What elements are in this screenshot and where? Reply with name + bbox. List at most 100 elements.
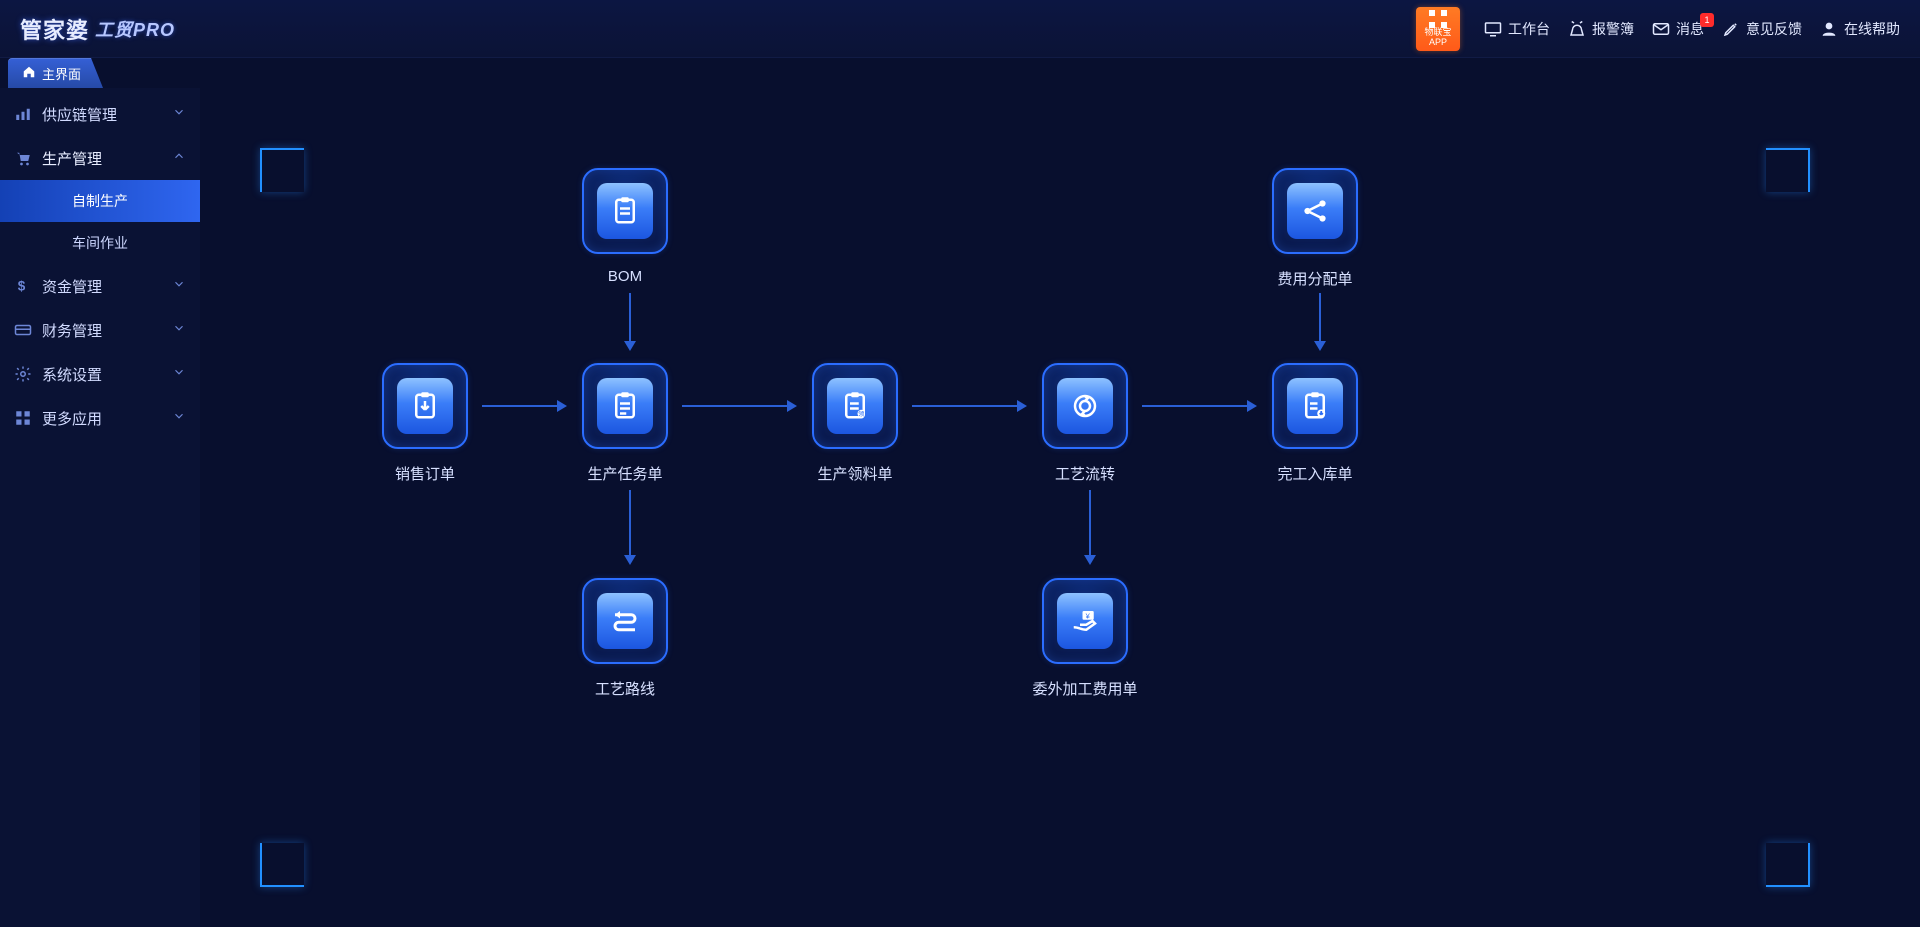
sidebar-group-moreapps-label: 更多应用: [42, 408, 102, 429]
node-bom[interactable]: BOM: [570, 168, 680, 285]
node-material-req[interactable]: 领 生产领料单: [800, 363, 910, 484]
gear-cycle-icon: [1057, 378, 1113, 434]
gear-icon: [14, 365, 32, 383]
qr-icon: [1429, 10, 1447, 28]
edit-icon: [1722, 20, 1740, 38]
chart-up-icon: [14, 105, 32, 123]
home-icon: [22, 65, 36, 82]
cart-icon: [14, 149, 32, 167]
node-sales-order-label: 销售订单: [395, 463, 455, 484]
tab-main-label: 主界面: [42, 64, 81, 83]
hand-money-icon: ¥: [1057, 593, 1113, 649]
arrow-right-icon: [1142, 400, 1257, 412]
header-workbench-label: 工作台: [1508, 19, 1550, 39]
sidebar: 供应链管理 生产管理 自制生产 车间作业 $: [0, 88, 200, 927]
node-outsource-fee[interactable]: ¥ 委外加工费用单: [1030, 578, 1140, 699]
frame-corner: [1766, 148, 1810, 192]
frame-corner: [260, 148, 304, 192]
sidebar-production-children: 自制生产 车间作业: [0, 180, 200, 264]
card-icon: [14, 321, 32, 339]
arrow-down-icon: [1314, 293, 1326, 351]
header-alarmbook[interactable]: 报警簿: [1568, 19, 1634, 39]
node-process-route-label: 工艺路线: [595, 678, 655, 699]
messages-badge: 1: [1700, 13, 1714, 27]
header-feedback-label: 意见反馈: [1746, 19, 1802, 39]
sidebar-group-supply-label: 供应链管理: [42, 104, 117, 125]
header-alarmbook-label: 报警簿: [1592, 19, 1634, 39]
node-prod-task-label: 生产任务单: [587, 463, 662, 484]
chevron-down-icon: [172, 321, 186, 339]
clipboard-list-icon: [597, 378, 653, 434]
clipboard-in-icon: [1287, 378, 1343, 434]
mail-icon: [1652, 20, 1670, 38]
app-badge-line2: APP: [1429, 38, 1447, 48]
user-icon: [1820, 20, 1838, 38]
sidebar-group-fund[interactable]: $ 资金管理: [0, 264, 200, 308]
canvas-frame: BOM 费用分配单 销售订单: [260, 148, 1810, 887]
sidebar-item-workshop-label: 车间作业: [72, 233, 128, 253]
sidebar-group-system-label: 系统设置: [42, 364, 102, 385]
header-feedback[interactable]: 意见反馈: [1722, 19, 1802, 39]
dollar-icon: $: [14, 277, 32, 295]
route-icon: [597, 593, 653, 649]
arrow-down-icon: [624, 293, 636, 351]
sidebar-group-finance-label: 财务管理: [42, 320, 102, 341]
header-actions: 物联宝 APP 工作台 报警簿 消息 1 意见反馈: [1416, 7, 1900, 51]
sidebar-item-selfmade[interactable]: 自制生产: [0, 180, 200, 222]
arrow-right-icon: [482, 400, 567, 412]
sidebar-group-production-label: 生产管理: [42, 148, 102, 169]
node-process-route[interactable]: 工艺路线: [570, 578, 680, 699]
arrow-down-icon: [624, 490, 636, 565]
chevron-down-icon: [172, 409, 186, 427]
brand-product: 工贸PRO: [95, 16, 175, 42]
grid-icon: [14, 409, 32, 427]
header-help-label: 在线帮助: [1844, 19, 1900, 39]
arrow-right-icon: [912, 400, 1027, 412]
clipboard-pick-icon: 领: [827, 378, 883, 434]
header-messages[interactable]: 消息 1: [1652, 19, 1704, 39]
alarm-icon: [1568, 20, 1586, 38]
iot-app-badge[interactable]: 物联宝 APP: [1416, 7, 1460, 51]
node-prod-task[interactable]: 生产任务单: [570, 363, 680, 484]
node-bom-label: BOM: [608, 268, 642, 285]
sidebar-group-finance[interactable]: 财务管理: [0, 308, 200, 352]
app-header: 管家婆 工贸PRO 物联宝 APP 工作台 报警簿 消息 1: [0, 0, 1920, 58]
node-finish-in-label: 完工入库单: [1277, 463, 1352, 484]
share-icon: [1287, 183, 1343, 239]
chevron-down-icon: [172, 277, 186, 295]
tab-main[interactable]: 主界面: [8, 58, 103, 88]
node-material-req-label: 生产领料单: [817, 463, 892, 484]
sidebar-group-system[interactable]: 系统设置: [0, 352, 200, 396]
tabstrip: 主界面: [0, 58, 1920, 88]
node-routing-flow-label: 工艺流转: [1055, 463, 1115, 484]
frame-corner: [260, 843, 304, 887]
sidebar-item-workshop[interactable]: 车间作业: [0, 222, 200, 264]
sidebar-group-production[interactable]: 生产管理: [0, 136, 200, 180]
node-sales-order[interactable]: 销售订单: [370, 363, 480, 484]
node-finish-in[interactable]: 完工入库单: [1260, 363, 1370, 484]
chevron-down-icon: [172, 365, 186, 383]
workflow-canvas: BOM 费用分配单 销售订单: [200, 88, 1920, 927]
chevron-down-icon: [172, 105, 186, 123]
node-routing-flow[interactable]: 工艺流转: [1030, 363, 1140, 484]
chevron-up-icon: [172, 149, 186, 167]
monitor-icon: [1484, 20, 1502, 38]
brand-logo: 管家婆 工贸PRO: [20, 13, 175, 45]
svg-text:$: $: [18, 279, 26, 294]
node-outsource-fee-label: 委外加工费用单: [1032, 678, 1137, 699]
svg-text:领: 领: [858, 409, 865, 418]
node-cost-alloc-label: 费用分配单: [1277, 268, 1352, 289]
arrow-down-icon: [1084, 490, 1096, 565]
node-cost-alloc[interactable]: 费用分配单: [1260, 168, 1370, 289]
clipboard-icon: [597, 183, 653, 239]
brand-name-cn: 管家婆: [20, 13, 89, 45]
arrow-right-icon: [682, 400, 797, 412]
sidebar-item-selfmade-label: 自制生产: [72, 191, 128, 211]
sidebar-group-fund-label: 资金管理: [42, 276, 102, 297]
header-workbench[interactable]: 工作台: [1484, 19, 1550, 39]
sidebar-group-supply[interactable]: 供应链管理: [0, 92, 200, 136]
sidebar-group-moreapps[interactable]: 更多应用: [0, 396, 200, 440]
clipboard-download-icon: [397, 378, 453, 434]
header-help[interactable]: 在线帮助: [1820, 19, 1900, 39]
frame-corner: [1766, 843, 1810, 887]
